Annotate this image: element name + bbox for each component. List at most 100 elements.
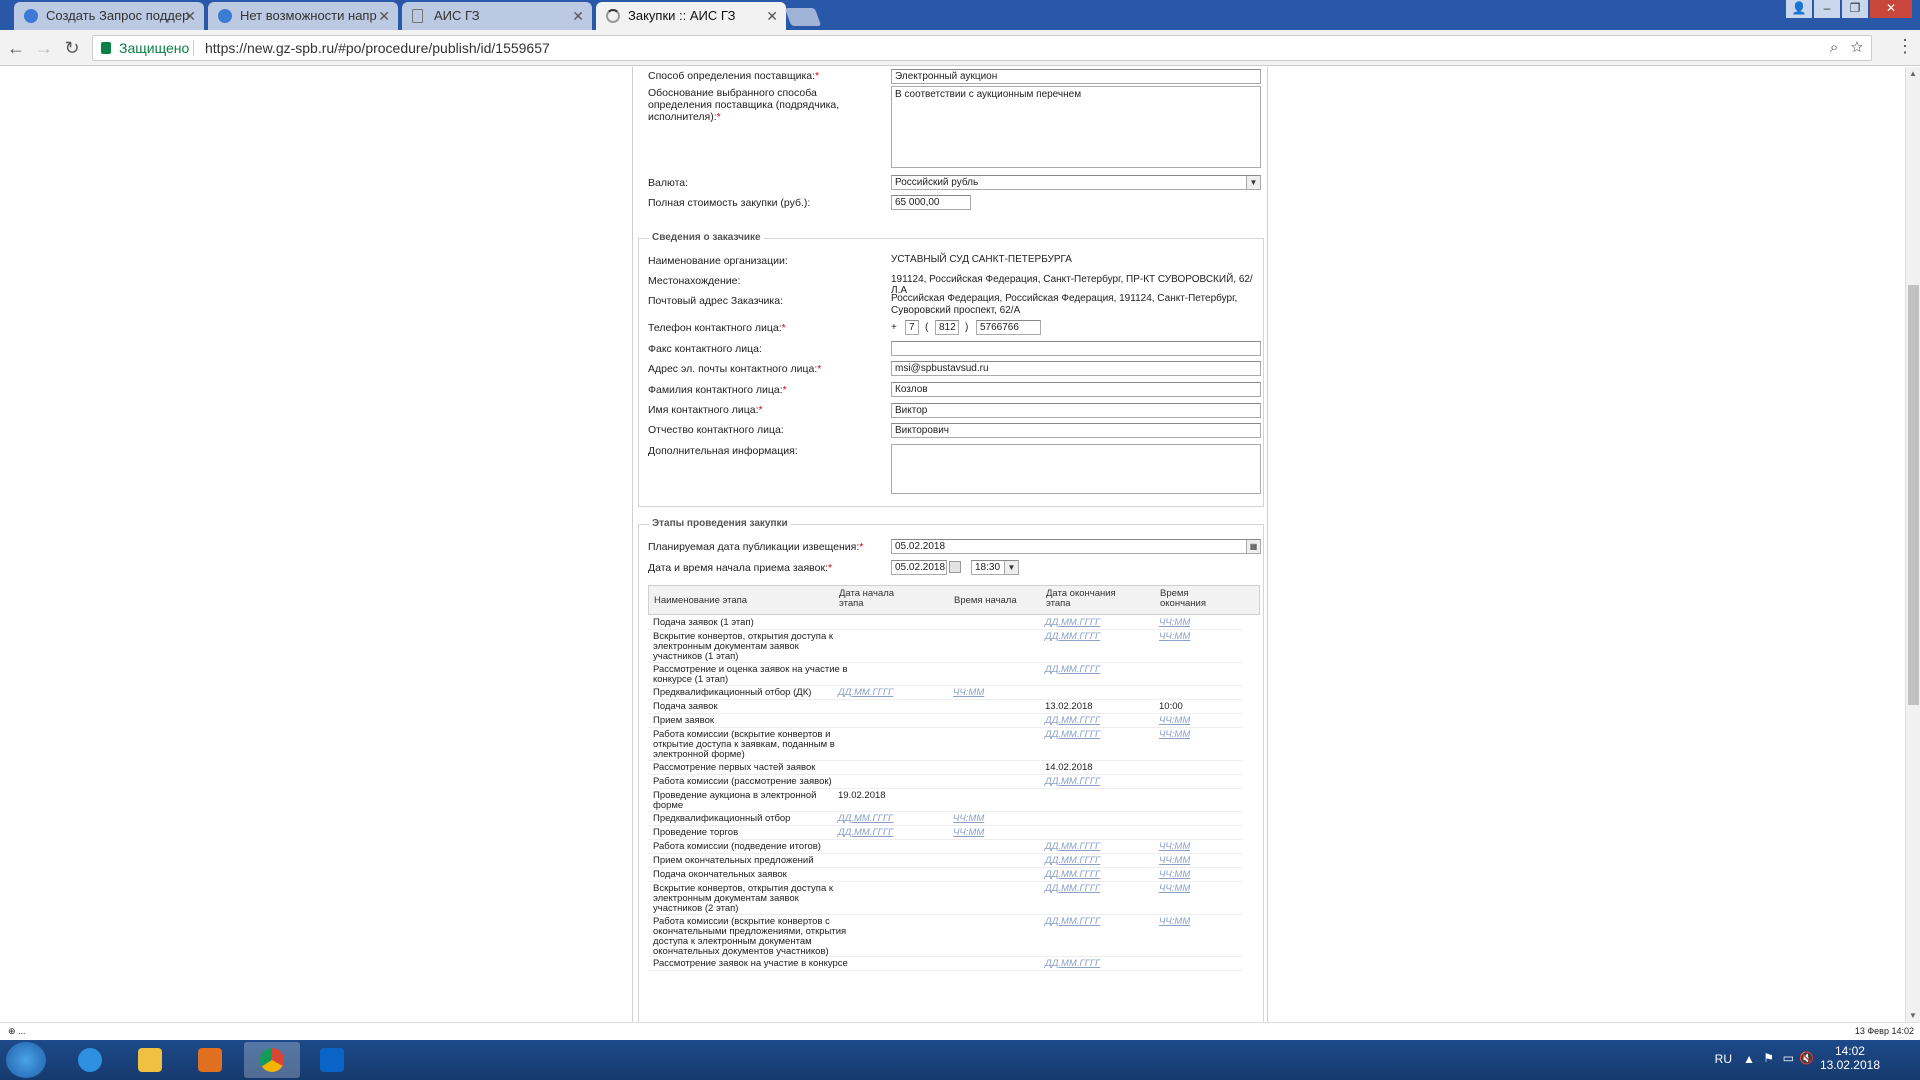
start-date-field[interactable]: 05.02.2018	[891, 560, 947, 575]
stage-de-cell[interactable]: ДД.ММ.ГГГГ	[1045, 664, 1100, 675]
helpdesk-icon	[24, 9, 38, 23]
tab-zakupki[interactable]: Закупки :: АИС ГЗ ✕	[596, 2, 786, 30]
media-player-taskbar-button[interactable]	[182, 1042, 238, 1078]
stage-te-cell[interactable]: ЧЧ:ММ	[1159, 870, 1190, 880]
phone-number-field[interactable]: 5766766	[976, 320, 1041, 335]
media-player-icon	[198, 1048, 222, 1072]
menu-icon[interactable]: ⋮	[1896, 36, 1914, 57]
stage-ds-cell[interactable]: ДД.ММ.ГГГГ	[838, 688, 893, 698]
phone-country-field[interactable]: 7	[905, 320, 919, 335]
minimize-button[interactable]: –	[1814, 0, 1840, 18]
tray-expand-icon[interactable]: ▲	[1743, 1052, 1755, 1066]
stage-name-line: Предквалификационный отбор	[653, 813, 791, 824]
close-icon[interactable]: ✕	[766, 2, 778, 30]
stage-te-cell[interactable]: ЧЧ:ММ	[1159, 842, 1190, 852]
stage-de-cell[interactable]: ДД.ММ.ГГГГ	[1045, 716, 1100, 726]
patronymic-field[interactable]: Викторович	[891, 423, 1261, 438]
email-field[interactable]: msi@spbustavsud.ru	[891, 361, 1261, 376]
user-icon[interactable]: 👤	[1786, 0, 1812, 18]
windows-taskbar: RU ▲ ⚑ ▭ 🔇 14:02 13.02.2018	[0, 1040, 1920, 1080]
ie-taskbar-button[interactable]	[62, 1042, 118, 1078]
stage-te-cell[interactable]: ЧЧ:ММ	[1159, 632, 1190, 642]
close-icon[interactable]: ✕	[184, 2, 196, 30]
stage-ts-cell[interactable]: ЧЧ:ММ	[953, 814, 984, 824]
calendar-icon[interactable]: ▦	[1246, 540, 1260, 553]
stage-ds-cell[interactable]: ДД.ММ.ГГГГ	[838, 828, 893, 838]
stage-ts-cell[interactable]: ЧЧ:ММ	[953, 688, 984, 698]
tab-support-request[interactable]: Создать Запрос поддер ✕	[14, 2, 204, 30]
scroll-thumb[interactable]	[1908, 285, 1919, 705]
stage-de-cell: 14.02.2018	[1045, 761, 1093, 773]
start-time-select[interactable]: 18:30 ▼	[971, 560, 1019, 575]
stage-de-cell[interactable]: ДД.ММ.ГГГГ	[1045, 776, 1100, 787]
currency-select[interactable]: Российский рубль ▼	[891, 175, 1261, 190]
surname-field[interactable]: Козлов	[891, 382, 1261, 397]
lock-icon	[101, 42, 111, 54]
close-icon[interactable]: ✕	[378, 2, 390, 30]
stages-table-header: Наименование этапа Дата начала этапа Вре…	[648, 585, 1260, 615]
name-field[interactable]: Виктор	[891, 403, 1261, 418]
stage-de-cell[interactable]: ДД.ММ.ГГГГ	[1045, 618, 1100, 628]
stage-te-cell[interactable]: ЧЧ:ММ	[1159, 618, 1190, 628]
pub-date-field[interactable]: 05.02.2018 ▦	[891, 539, 1261, 554]
calendar-icon[interactable]	[949, 561, 961, 573]
extra-info-textarea[interactable]	[891, 444, 1261, 494]
stage-name-line: форме	[653, 799, 684, 811]
flag-icon[interactable]: ⚑	[1763, 1051, 1774, 1065]
url-text[interactable]: https://new.gz-spb.ru/#po/procedure/publ…	[205, 36, 550, 60]
total-cost-field[interactable]: 65 000,00	[891, 195, 971, 210]
stage-de-cell[interactable]: ДД.ММ.ГГГГ	[1045, 842, 1100, 852]
language-indicator[interactable]: RU	[1715, 1052, 1732, 1066]
start-button[interactable]	[6, 1042, 46, 1078]
forward-icon[interactable]: →	[32, 36, 56, 60]
postal-value-line1: Российская Федерация, Российская Федерац…	[891, 293, 1238, 304]
tab-no-possibility[interactable]: Нет возможности напр ✕	[208, 2, 398, 30]
document-icon	[412, 9, 423, 23]
clock[interactable]: 14:02 13.02.2018	[1820, 1044, 1880, 1072]
stage-name-line: Подача заявок	[653, 701, 718, 712]
stage-te-cell[interactable]: ЧЧ:ММ	[1159, 716, 1190, 726]
table-row: Работа комиссии (вскрытие конвертов с око…	[648, 915, 1242, 958]
close-window-button[interactable]: ✕	[1870, 0, 1912, 18]
stage-te-cell[interactable]: ЧЧ:ММ	[1159, 730, 1190, 740]
stage-de-cell[interactable]: ДД.ММ.ГГГГ	[1045, 870, 1100, 880]
zoom-icon[interactable]: ⌕	[1830, 39, 1838, 56]
chevron-down-icon[interactable]: ▼	[1004, 561, 1018, 574]
close-icon[interactable]: ✕	[572, 2, 584, 30]
stage-te-cell[interactable]: ЧЧ:ММ	[1159, 856, 1190, 866]
chevron-down-icon[interactable]: ▼	[1246, 176, 1260, 189]
chrome-taskbar-button[interactable]	[244, 1042, 300, 1078]
page-scrollbar[interactable]: ▲ ▼	[1905, 67, 1920, 1022]
stage-de-cell[interactable]: ДД.ММ.ГГГГ	[1045, 730, 1100, 740]
location-label: Местонахождение:	[648, 275, 741, 287]
stage-name: Вскрытие конвертов, открытия доступа к эл…	[653, 632, 833, 662]
explorer-taskbar-button[interactable]	[122, 1042, 178, 1078]
new-tab-button[interactable]	[784, 8, 822, 26]
scroll-up-icon[interactable]: ▲	[1909, 69, 1917, 78]
stage-de-cell[interactable]: ДД.ММ.ГГГГ	[1045, 884, 1100, 894]
back-icon[interactable]: ←	[4, 36, 28, 60]
stage-de-cell[interactable]: ДД.ММ.ГГГГ	[1045, 856, 1100, 866]
outlook-taskbar-button[interactable]	[304, 1042, 360, 1078]
stage-de-cell[interactable]: ДД.ММ.ГГГГ	[1045, 959, 1100, 969]
name-label: Имя контактного лица:*	[648, 404, 763, 416]
stage-ds-cell[interactable]: ДД.ММ.ГГГГ	[838, 814, 893, 824]
phone-code-field[interactable]: 812	[935, 320, 959, 335]
stage-name: Работа комиссии (рассмотрение заявок)	[653, 776, 832, 787]
scroll-down-icon[interactable]: ▼	[1909, 1011, 1917, 1020]
stage-ts-cell[interactable]: ЧЧ:ММ	[953, 828, 984, 838]
stage-te-cell[interactable]: ЧЧ:ММ	[1159, 884, 1190, 894]
method-field[interactable]: Электронный аукцион	[891, 69, 1261, 84]
fax-field[interactable]	[891, 341, 1261, 356]
network-icon[interactable]: ▭	[1783, 1051, 1794, 1065]
stage-de-cell[interactable]: ДД.ММ.ГГГГ	[1045, 632, 1100, 642]
tab-ais-gz[interactable]: АИС ГЗ ✕	[402, 2, 592, 30]
maximize-button[interactable]: ❐	[1842, 0, 1868, 18]
stage-de-cell[interactable]: ДД.ММ.ГГГГ	[1045, 916, 1100, 927]
bookmark-star-icon[interactable]: ☆	[1851, 39, 1863, 56]
stage-te-cell[interactable]: ЧЧ:ММ	[1159, 916, 1190, 927]
address-bar[interactable]: Защищено https://new.gz-spb.ru/#po/proce…	[92, 35, 1872, 61]
volume-icon[interactable]: 🔇	[1799, 1051, 1814, 1065]
reload-icon[interactable]: ↻	[60, 36, 84, 60]
justification-textarea[interactable]: В соответствии с аукционным перечнем	[891, 86, 1261, 168]
